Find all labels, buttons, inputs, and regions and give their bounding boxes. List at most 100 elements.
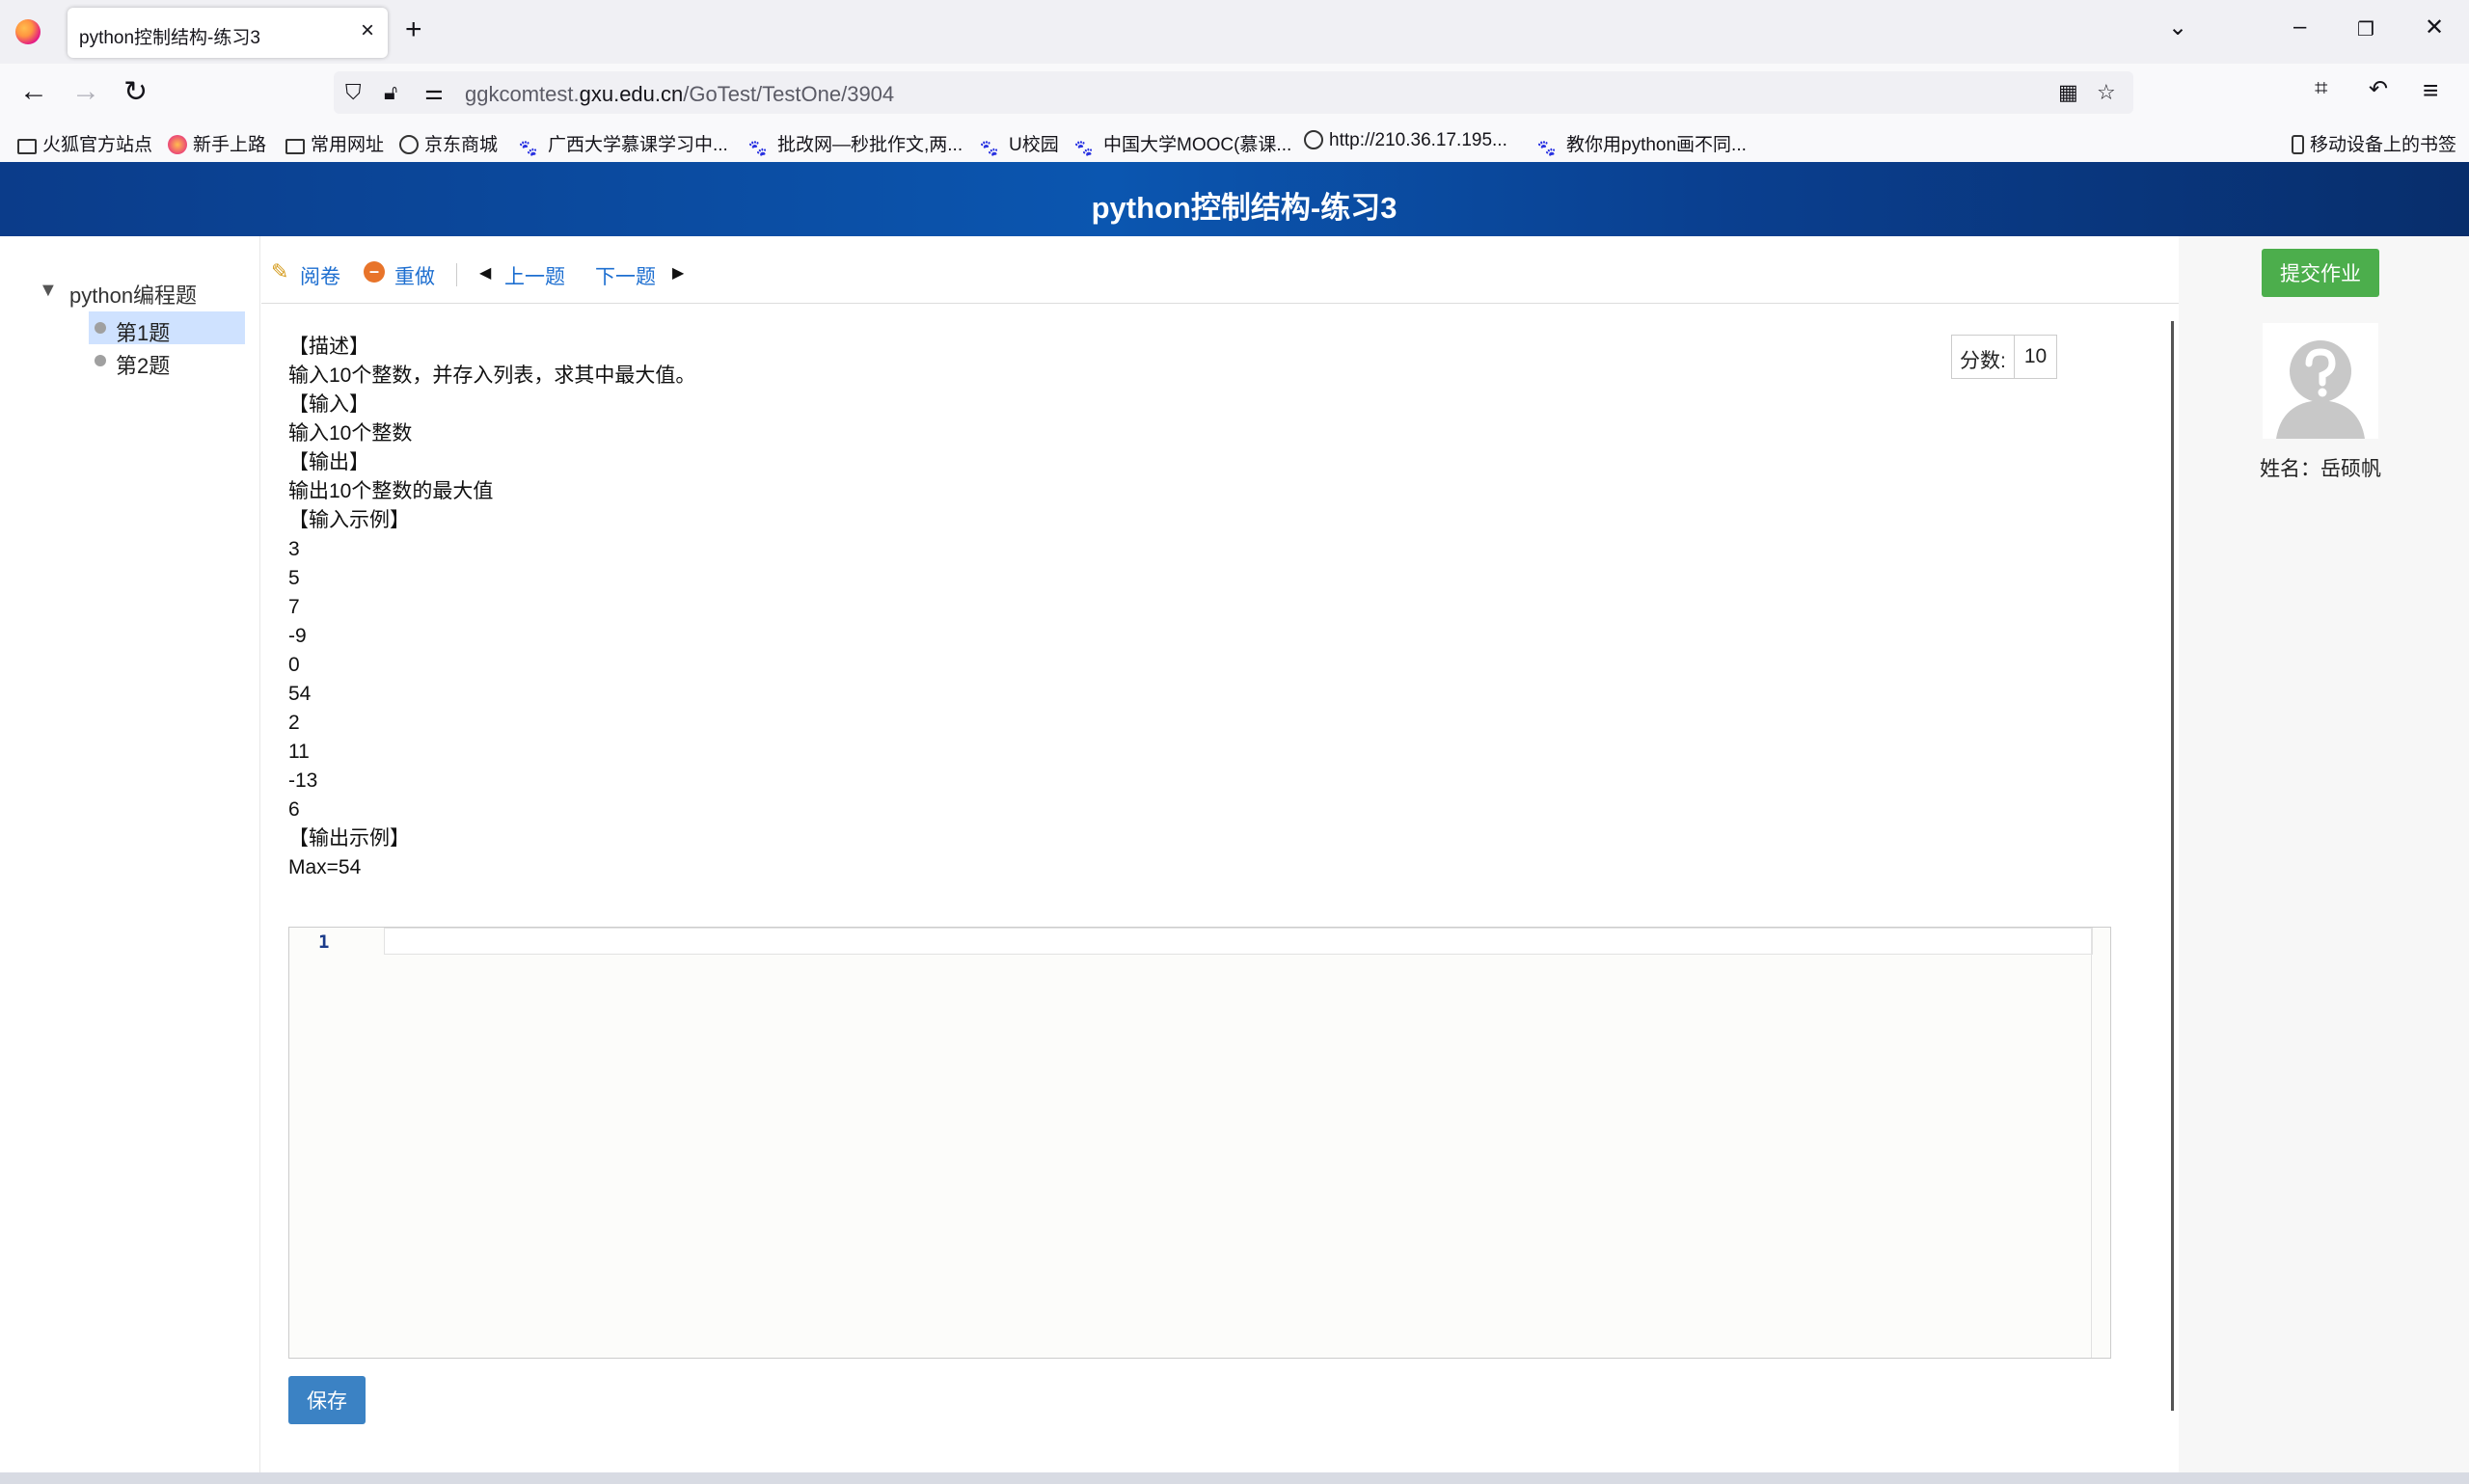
qr-code-icon[interactable]: ▦ bbox=[2058, 80, 2078, 105]
folder-icon bbox=[285, 139, 305, 154]
description-line: 2 bbox=[288, 712, 300, 734]
tree-item-question-2[interactable]: 第2题 bbox=[89, 344, 245, 378]
bullet-icon bbox=[95, 355, 106, 366]
bookmark-item[interactable]: 火狐官方站点 bbox=[17, 130, 152, 156]
editor-scrollbar[interactable] bbox=[2091, 928, 2110, 1358]
page-body: ▼ python编程题 第1题 第2题 ✎ 阅卷 – 重做 ◀ 上一题 下一题 … bbox=[0, 236, 2469, 1472]
bookmark-item[interactable]: 新手上路 bbox=[168, 130, 266, 156]
bookmark-item[interactable]: http://210.36.17.195... bbox=[1304, 130, 1507, 151]
tree-root-label[interactable]: python编程题 bbox=[69, 279, 197, 310]
caret-right-icon[interactable]: ▶ bbox=[672, 263, 684, 283]
reload-icon[interactable]: ↻ bbox=[123, 75, 148, 109]
bookmark-item[interactable]: 🐾︎ 教你用python画不同... bbox=[1535, 130, 1747, 158]
description-line: 输出10个整数的最大值 bbox=[288, 480, 494, 502]
tab-title: python控制结构-练习3 bbox=[79, 28, 260, 48]
description-line: -13 bbox=[288, 769, 318, 792]
bookmark-item[interactable]: 常用网址 bbox=[285, 130, 384, 156]
description-line: 【输入示例】 bbox=[288, 509, 410, 531]
toolbar-divider bbox=[456, 263, 457, 286]
expand-triangle-icon[interactable]: ▼ bbox=[39, 280, 58, 302]
redo-link[interactable]: 重做 bbox=[394, 261, 435, 290]
browser-tab-bar: python控制结构-练习3 × + ⌄ – ❐ ✕ bbox=[0, 0, 2469, 64]
paw-icon: 🐾︎ bbox=[517, 139, 539, 158]
bottom-strip bbox=[0, 1472, 2469, 1484]
bookmark-item[interactable]: 🐾︎ 广西大学慕课学习中... bbox=[517, 130, 728, 158]
bookmark-item[interactable]: 🐾︎ U校园 bbox=[978, 130, 1059, 158]
bookmarks-bar: 火狐官方站点 新手上路 常用网址 京东商城 🐾︎ 广西大学慕课学习中... 🐾︎ 批… bbox=[0, 121, 2469, 162]
description-line: 11 bbox=[288, 741, 310, 763]
description-line: 3 bbox=[288, 538, 300, 560]
url-text[interactable]: ggkcomtest.gxu.edu.cn/GoTest/TestOne/390… bbox=[465, 82, 894, 107]
question-description: 【描述】 输入10个整数，并存入列表，求其中最大值。 【输入】 输入10个整数 【输出】… bbox=[288, 333, 695, 882]
browser-nav-bar: ← → ↻ ⛉ 🔓︎ ⚌ ggkcomtest.gxu.edu.cn/GoTes… bbox=[0, 64, 2469, 121]
permissions-icon[interactable]: ⚌ bbox=[424, 80, 444, 105]
question-toolbar: ✎ 阅卷 – 重做 ◀ 上一题 下一题 ▶ bbox=[261, 236, 2179, 304]
folder-icon bbox=[17, 139, 37, 154]
screenshot-icon[interactable]: ⌗ bbox=[2315, 75, 2328, 102]
question-tree: ▼ python编程题 第1题 第2题 bbox=[0, 236, 260, 1472]
description-line: 【输出示例】 bbox=[288, 827, 410, 850]
tree-item-label: 第2题 bbox=[116, 354, 171, 378]
next-question-link[interactable]: 下一题 bbox=[595, 261, 656, 290]
new-tab-icon[interactable]: + bbox=[405, 13, 422, 46]
bookmark-item[interactable]: 🐾︎ 批改网—秒批作文,两... bbox=[746, 130, 963, 158]
chevron-down-icon[interactable]: ⌄ bbox=[2168, 13, 2187, 41]
score-value: 10 bbox=[2023, 345, 2048, 367]
user-panel: 提交作业 姓名：岳硕帆 bbox=[2179, 236, 2469, 1472]
unknown-user-icon bbox=[2263, 323, 2378, 439]
close-window-icon[interactable]: ✕ bbox=[2425, 13, 2444, 41]
description-line: 5 bbox=[288, 567, 300, 589]
pencil-icon[interactable]: ✎ bbox=[271, 259, 288, 284]
score-box: 分数: 10 bbox=[1951, 335, 2058, 379]
tab-close-icon[interactable]: × bbox=[361, 17, 374, 44]
score-label: 分数: bbox=[1952, 336, 2015, 378]
bookmark-star-icon[interactable]: ☆ bbox=[2097, 80, 2116, 105]
description-line: -9 bbox=[288, 625, 307, 647]
shield-icon[interactable]: ⛉ bbox=[345, 80, 362, 105]
description-line: Max=54 bbox=[288, 856, 362, 878]
lock-icon[interactable]: 🔓︎ bbox=[384, 80, 397, 105]
minimize-icon[interactable]: – bbox=[2293, 13, 2306, 40]
description-line: 54 bbox=[288, 683, 312, 705]
review-link[interactable]: 阅卷 bbox=[300, 261, 340, 290]
line-number: 1 bbox=[318, 931, 330, 953]
bookmark-item[interactable]: 移动设备上的书签 bbox=[2292, 130, 2456, 156]
submit-homework-button[interactable]: 提交作业 bbox=[2262, 249, 2379, 297]
prev-question-link[interactable]: 上一题 bbox=[504, 261, 565, 290]
paw-icon: 🐾︎ bbox=[1535, 139, 1558, 158]
paw-icon: 🐾︎ bbox=[746, 139, 769, 158]
globe-icon bbox=[1304, 130, 1323, 149]
tree-item-question-1[interactable]: 第1题 bbox=[89, 311, 245, 345]
undo-icon[interactable]: ↶ bbox=[2369, 75, 2388, 103]
description-line: 6 bbox=[288, 798, 300, 821]
user-name: 姓名：岳硕帆 bbox=[2260, 458, 2381, 480]
firefox-logo-icon[interactable] bbox=[15, 19, 41, 44]
description-line: 【描述】 bbox=[288, 336, 369, 358]
caret-left-icon[interactable]: ◀ bbox=[479, 263, 491, 283]
description-line: 输入10个整数，并存入列表，求其中最大值。 bbox=[288, 364, 696, 387]
globe-icon bbox=[399, 135, 419, 154]
code-editor[interactable]: 1 bbox=[288, 927, 2111, 1359]
content-scrollbar[interactable] bbox=[2171, 321, 2174, 1411]
description-line: 【输出】 bbox=[288, 451, 369, 473]
bookmark-item[interactable]: 🐾︎ 中国大学MOOC(慕课... bbox=[1072, 130, 1291, 158]
paw-icon: 🐾︎ bbox=[978, 139, 1000, 158]
forward-icon[interactable]: → bbox=[71, 75, 100, 108]
page-title: python控制结构-练习3 bbox=[1091, 191, 1397, 225]
avatar bbox=[2263, 323, 2378, 439]
minus-circle-icon[interactable]: – bbox=[364, 261, 385, 283]
browser-tab[interactable]: python控制结构-练习3 × bbox=[68, 8, 388, 58]
restore-icon[interactable]: ❐ bbox=[2357, 17, 2374, 41]
bookmark-item[interactable]: 京东商城 bbox=[399, 130, 498, 156]
description-line: 7 bbox=[288, 596, 300, 618]
firefox-icon bbox=[168, 135, 187, 154]
description-line: 0 bbox=[288, 654, 300, 676]
save-button[interactable]: 保存 bbox=[288, 1376, 366, 1424]
back-icon[interactable]: ← bbox=[19, 75, 48, 108]
paw-icon: 🐾︎ bbox=[1072, 139, 1095, 158]
menu-icon[interactable]: ≡ bbox=[2423, 75, 2438, 106]
url-bar[interactable]: ⛉ 🔓︎ ⚌ ggkcomtest.gxu.edu.cn/GoTest/Test… bbox=[334, 71, 2133, 114]
page-header: python控制结构-练习3 bbox=[0, 162, 2469, 236]
active-code-line[interactable] bbox=[384, 928, 2093, 955]
tree-item-label: 第1题 bbox=[116, 321, 171, 345]
